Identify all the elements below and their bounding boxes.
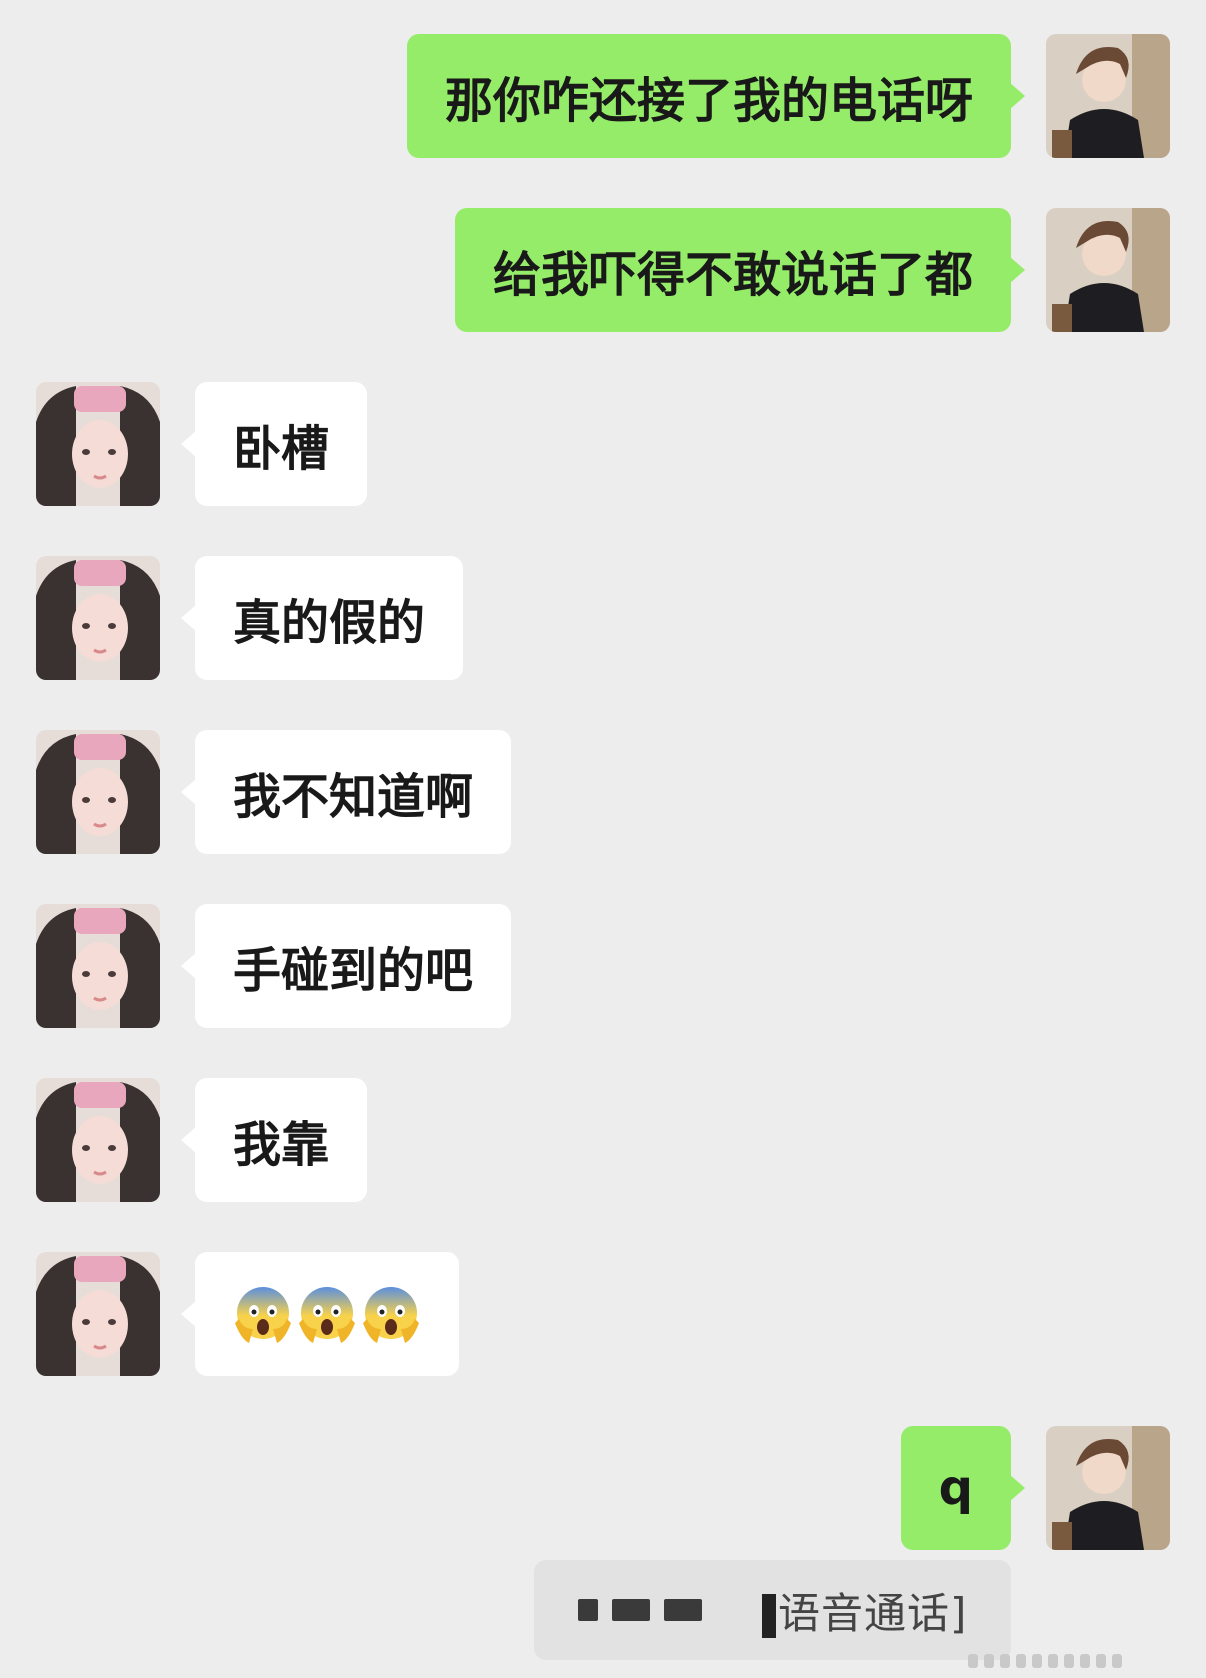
my-avatar[interactable] — [1046, 208, 1170, 332]
avatar-photo — [36, 904, 160, 1028]
emoji-group — [233, 1283, 421, 1345]
received-message-bubble[interactable]: 真的假的 — [180, 556, 464, 680]
message-row: 我靠 — [0, 1078, 1206, 1202]
screaming-face-emoji — [363, 1287, 419, 1343]
redacted-text — [578, 1599, 702, 1621]
message-row: 那你咋还接了我的电话呀 — [0, 34, 1206, 158]
avatar-photo — [36, 1078, 160, 1202]
message-row: 真的假的 — [0, 556, 1206, 680]
message-row: 给我吓得不敢说话了都 — [0, 208, 1206, 332]
contact-avatar[interactable] — [36, 904, 160, 1028]
voice-call-label-text: 语音通话] — [778, 1588, 968, 1638]
voice-call-label: 语音通话] — [762, 1580, 967, 1641]
message-text: 我不知道啊 — [233, 769, 474, 825]
avatar-photo — [1046, 1426, 1170, 1550]
avatar-photo — [36, 556, 160, 680]
received-message-bubble[interactable]: 手碰到的吧 — [180, 904, 512, 1028]
redaction-block — [578, 1599, 598, 1621]
message-row: q — [0, 1426, 1206, 1550]
voice-call-message[interactable]: 语音通话] — [534, 1560, 1011, 1660]
received-message-bubble[interactable]: 我靠 — [180, 1078, 368, 1202]
sent-message-bubble[interactable]: 那你咋还接了我的电话呀 — [406, 34, 1026, 158]
received-message-bubble[interactable]: 卧槽 — [180, 382, 368, 506]
avatar-photo — [36, 1252, 160, 1376]
sent-message-bubble[interactable]: q — [900, 1426, 1026, 1550]
avatar-photo — [36, 730, 160, 854]
message-text: q — [938, 1460, 973, 1516]
contact-avatar[interactable] — [36, 1252, 160, 1376]
message-row: 我不知道啊 — [0, 730, 1206, 854]
redaction-block — [664, 1599, 702, 1621]
redaction-bar — [762, 1594, 776, 1638]
avatar-photo — [1046, 34, 1170, 158]
contact-avatar[interactable] — [36, 382, 160, 506]
avatar-photo — [36, 382, 160, 506]
contact-avatar[interactable] — [36, 730, 160, 854]
my-avatar[interactable] — [1046, 1426, 1170, 1550]
contact-avatar[interactable] — [36, 1078, 160, 1202]
message-row: 手碰到的吧 — [0, 904, 1206, 1028]
message-text: 我靠 — [233, 1117, 330, 1173]
message-text: 真的假的 — [233, 595, 426, 651]
received-message-bubble[interactable] — [181, 1252, 459, 1376]
screaming-face-emoji — [235, 1287, 291, 1343]
message-text: 手碰到的吧 — [233, 943, 474, 999]
redaction-block — [612, 1599, 650, 1621]
message-row — [0, 1252, 1206, 1376]
message-text: 卧槽 — [233, 421, 330, 477]
contact-avatar[interactable] — [36, 556, 160, 680]
message-row: 卧槽 — [0, 382, 1206, 506]
message-text: 给我吓得不敢说话了都 — [492, 247, 973, 303]
screaming-face-emoji — [299, 1287, 355, 1343]
avatar-photo — [1046, 208, 1170, 332]
my-avatar[interactable] — [1046, 34, 1170, 158]
message-text: 那你咋还接了我的电话呀 — [444, 73, 973, 129]
watermark — [968, 1654, 1122, 1668]
received-message-bubble[interactable]: 我不知道啊 — [180, 730, 512, 854]
sent-message-bubble[interactable]: 给我吓得不敢说话了都 — [454, 208, 1026, 332]
